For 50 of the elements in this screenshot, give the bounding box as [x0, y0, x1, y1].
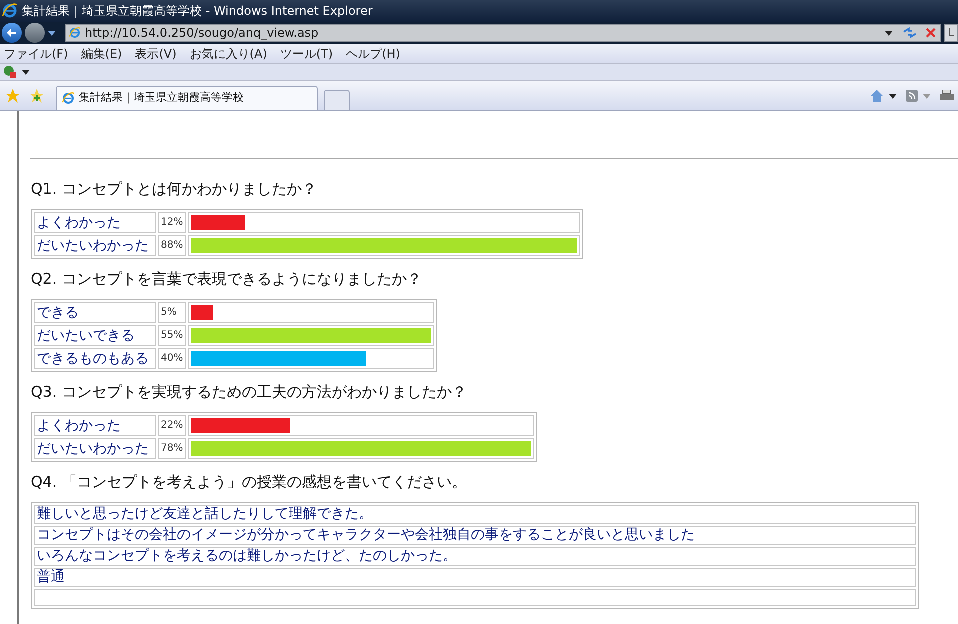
answer-label: よくわかった [34, 212, 156, 233]
browser-logo-icon [69, 27, 81, 39]
comment-text: いろんなコンセプトを考えるのは難しかったけど、たのしかった。 [34, 547, 916, 566]
home-icon[interactable] [870, 89, 884, 103]
comment-text: コンセプトはその会社のイメージが分かってキャラクターや会社独自の事をすることが良いと思いました [34, 526, 916, 545]
menu-item[interactable]: ファイル(F) [4, 44, 68, 62]
menu-item[interactable]: 編集(E) [81, 44, 122, 62]
caret-icon[interactable] [889, 94, 897, 98]
search-field[interactable]: L [944, 24, 958, 42]
menu-item[interactable]: ツール(T) [280, 44, 334, 62]
question-title: Q4. 「コンセプトを考えよう」の授業の感想を書いてください。 [31, 472, 468, 492]
caret-icon[interactable] [48, 30, 56, 36]
answer-label: できるものもある [34, 348, 156, 369]
answer-label: できる [34, 302, 156, 323]
comment-text: 普通 [34, 568, 916, 587]
browser-logo-icon [2, 3, 18, 19]
question-title: Q3. コンセプトを実現するための工夫の方法がわかりましたか？ [31, 382, 468, 402]
browser-tab[interactable]: 集計結果｜埼玉県立朝霞高等学校 [56, 86, 318, 110]
answer-label: だいたいわかった [34, 438, 156, 459]
answer-label: だいたいできる [34, 325, 156, 346]
menu-item[interactable]: 表示(V) [135, 44, 177, 62]
answer-percent: 55% [158, 325, 186, 346]
browser-logo-icon [62, 92, 75, 105]
answer-percent: 78% [158, 438, 186, 459]
answer-label: だいたいわかった [34, 235, 156, 256]
question-title: Q2. コンセプトを言葉で表現できるようになりましたか？ [31, 269, 423, 289]
menu-item[interactable]: ヘルプ(H) [346, 44, 400, 62]
back-button[interactable] [2, 23, 22, 43]
refresh-icon[interactable] [903, 27, 917, 39]
question-title: Q1. コンセプトとは何かわかりましたか？ [31, 179, 318, 199]
answer-percent: 88% [158, 235, 186, 256]
star-icon[interactable] [6, 89, 20, 103]
answer-percent: 40% [158, 348, 186, 369]
caret-icon[interactable] [885, 30, 893, 36]
feed-icon[interactable] [906, 90, 918, 102]
print-icon[interactable] [940, 90, 954, 102]
answer-percent: 5% [158, 302, 186, 323]
arrow-left-icon [7, 28, 17, 38]
close-icon[interactable] [925, 27, 937, 39]
answer-percent: 12% [158, 212, 186, 233]
add-favorite-icon[interactable] [30, 89, 44, 103]
new-tab-button[interactable] [324, 90, 350, 110]
menu-item[interactable]: お気に入り(A) [190, 44, 268, 62]
answer-label: よくわかった [34, 415, 156, 436]
answer-percent: 22% [158, 415, 186, 436]
comment-text: 難しいと思ったけど友達と話したりして理解できた。 [34, 505, 916, 524]
window-title: 集計結果｜埼玉県立朝霞高等学校 - Windows Internet Explorer [22, 3, 373, 20]
address-field[interactable]: http://10.54.0.250/sougo/anq_view.asp [65, 24, 941, 42]
forward-button[interactable] [25, 23, 45, 43]
caret-icon[interactable] [22, 70, 30, 74]
